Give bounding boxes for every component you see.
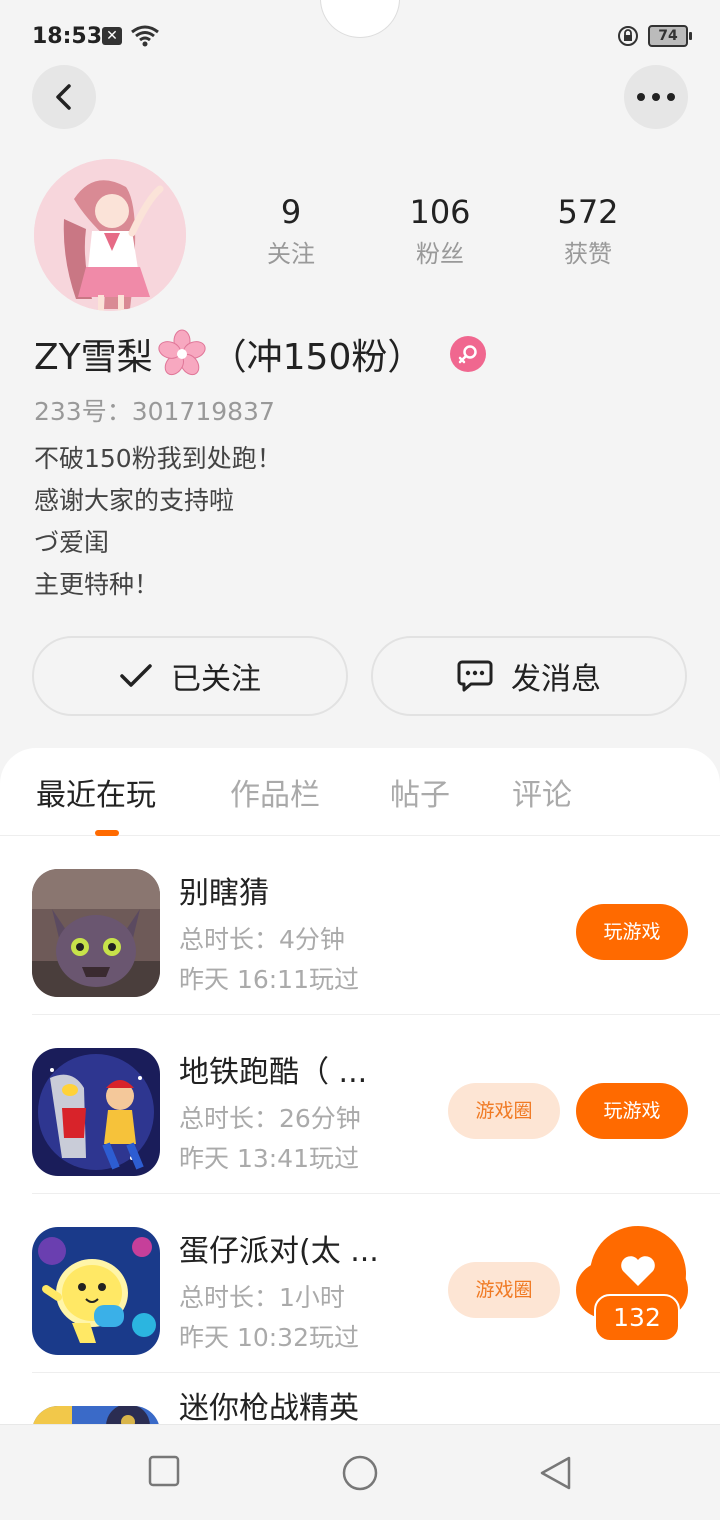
recent-apps-icon[interactable] xyxy=(148,1455,180,1487)
stat-following[interactable]: 9 关注 xyxy=(236,190,346,272)
stat-value: 9 xyxy=(280,193,302,231)
game-row[interactable]: 地铁跑酷（ ... 总时长：26分钟 昨天 13:41玩过 游戏圈 玩游戏 xyxy=(32,1015,720,1194)
more-dots-icon xyxy=(637,93,675,101)
game-title: 蛋仔派对(太 ... xyxy=(179,1234,379,1269)
game-title: 别瞎猜 xyxy=(179,876,269,911)
home-icon[interactable] xyxy=(341,1455,379,1491)
camera-notch xyxy=(320,0,400,38)
tab-comments[interactable]: 评论 xyxy=(512,770,572,814)
bio-line: 不破150粉我到处跑！ xyxy=(34,444,282,473)
tab-bar: 最近在玩 作品栏 帖子 评论 xyxy=(0,748,720,836)
like-count: 132 xyxy=(594,1294,680,1342)
send-message-label: 发消息 xyxy=(511,662,601,697)
heart-icon xyxy=(621,1256,655,1286)
notification-icon: ✕ xyxy=(102,27,122,45)
user-id: 233号：301719837 xyxy=(34,397,275,426)
game-duration: 总时长：4分钟 xyxy=(179,925,345,954)
tab-works[interactable]: 作品栏 xyxy=(230,770,320,814)
stat-label: 粉丝 xyxy=(416,240,464,268)
game-duration: 总时长：1小时 xyxy=(179,1283,345,1312)
bio: 不破150粉我到处跑！ 感谢大家的支持啦 づ爱闺 主更特种！ xyxy=(34,438,434,606)
game-icon-eggy xyxy=(32,1227,160,1355)
play-game-button[interactable]: 玩游戏 xyxy=(576,904,688,960)
back-nav-icon[interactable] xyxy=(539,1455,573,1491)
game-last-played: 昨天 10:32玩过 xyxy=(179,1323,359,1352)
tab-recent-played[interactable]: 最近在玩 xyxy=(36,770,156,814)
follow-button[interactable]: 已关注 xyxy=(32,636,348,716)
check-icon xyxy=(120,664,152,687)
avatar[interactable] xyxy=(34,159,186,311)
nickname: ZY雪梨 （冲150粉） xyxy=(34,328,423,380)
system-nav-bar xyxy=(0,1424,720,1520)
bio-line: づ爱闺 xyxy=(34,528,110,557)
game-row[interactable]: 别瞎猜 总时长：4分钟 昨天 16:11玩过 玩游戏 xyxy=(32,836,720,1015)
send-message-button[interactable]: 发消息 xyxy=(371,636,687,716)
status-time: 18:53 xyxy=(32,24,103,49)
play-game-button[interactable]: 玩游戏 xyxy=(576,1083,688,1139)
game-circle-button[interactable]: 游戏圈 xyxy=(448,1083,560,1139)
back-button[interactable] xyxy=(32,65,96,129)
avatar-anime-girl-icon xyxy=(34,159,186,311)
follow-button-label: 已关注 xyxy=(171,662,261,697)
cherry-blossom-icon xyxy=(158,329,206,376)
game-last-played: 昨天 16:11玩过 xyxy=(179,965,359,994)
game-circle-button[interactable]: 游戏圈 xyxy=(448,1262,560,1318)
chevron-left-icon xyxy=(56,84,71,110)
bio-line: 感谢大家的支持啦 xyxy=(34,486,235,515)
nickname-text: ZY雪梨 xyxy=(34,337,153,378)
nickname-suffix: （冲150粉） xyxy=(210,337,424,378)
game-icon-cat xyxy=(32,869,160,997)
profile-page: 18:53 ✕ 74 9 关注 106 粉丝 572 获赞 ZY雪梨 （冲150… xyxy=(0,0,720,1520)
rotation-lock-icon xyxy=(618,26,638,46)
tab-posts[interactable]: 帖子 xyxy=(390,770,450,814)
battery-icon: 74 xyxy=(648,25,692,47)
stat-label: 关注 xyxy=(267,240,315,268)
female-gender-icon xyxy=(450,336,486,372)
status-bar: 18:53 ✕ 74 xyxy=(0,0,720,72)
game-title: 迷你枪战精英 xyxy=(179,1391,359,1426)
wifi-icon xyxy=(131,25,159,47)
chat-bubble-icon xyxy=(457,660,493,692)
stat-value: 106 xyxy=(409,193,471,231)
game-last-played: 昨天 13:41玩过 xyxy=(179,1144,359,1173)
game-title: 地铁跑酷（ ... xyxy=(179,1055,368,1090)
stat-value: 572 xyxy=(557,193,619,231)
more-button[interactable] xyxy=(624,65,688,129)
stat-likes[interactable]: 572 获赞 xyxy=(533,190,643,272)
stat-followers[interactable]: 106 粉丝 xyxy=(385,190,495,272)
game-icon-subway xyxy=(32,1048,160,1176)
stat-label: 获赞 xyxy=(564,240,612,268)
bio-line: 主更特种！ xyxy=(34,570,160,599)
game-duration: 总时长：26分钟 xyxy=(179,1104,361,1133)
